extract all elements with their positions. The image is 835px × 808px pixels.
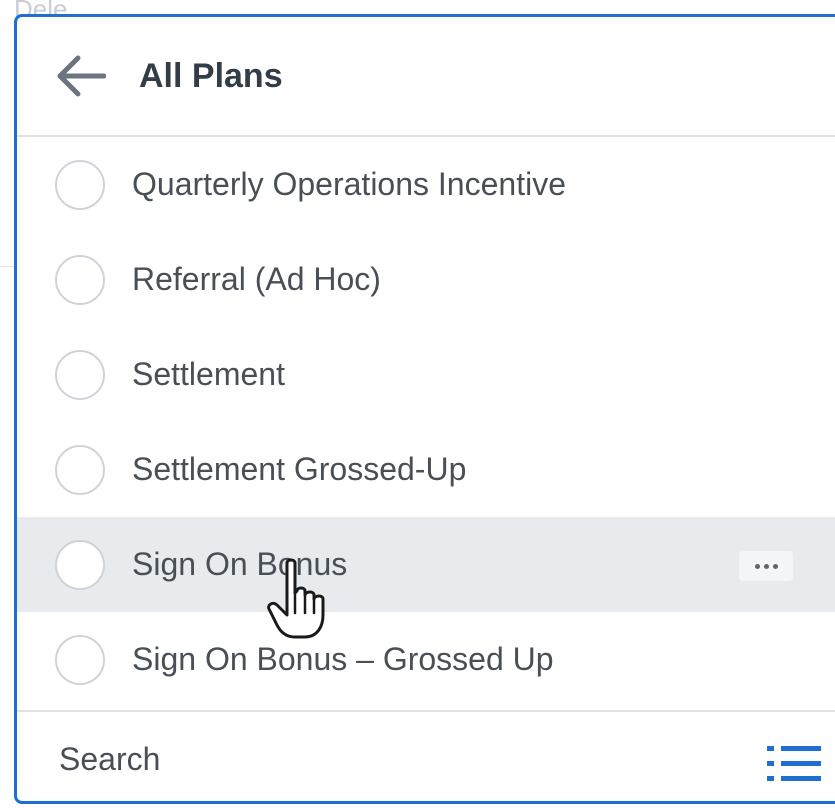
plan-label: Sign On Bonus – Grossed Up <box>132 641 554 677</box>
more-dot-icon <box>754 563 760 569</box>
radio-button[interactable] <box>55 254 105 305</box>
plan-label: Quarterly Operations Incentive <box>132 166 566 202</box>
list-item-hovered[interactable]: Sign On Bonus <box>17 517 835 639</box>
panel-header: All Plans <box>17 17 835 137</box>
plan-label: Settlement Grossed-Up <box>132 451 467 487</box>
list-item[interactable]: Referral (Ad Hoc) <box>17 232 835 327</box>
radio-button[interactable] <box>55 539 105 590</box>
list-item[interactable]: Sign On Bonus – Grossed Up <box>17 612 835 707</box>
plan-label: Referral (Ad Hoc) <box>132 261 381 297</box>
list-item[interactable]: Settlement Grossed-Up <box>17 422 835 517</box>
plan-list: Quarterly Operations Incentive Referral … <box>17 137 835 707</box>
radio-button[interactable] <box>55 634 105 685</box>
search-footer <box>17 710 835 801</box>
more-options-button[interactable] <box>739 551 793 581</box>
list-item[interactable]: Quarterly Operations Incentive <box>17 137 835 232</box>
plan-label: Settlement <box>132 356 285 392</box>
radio-button[interactable] <box>55 444 105 495</box>
list-item[interactable]: Settlement <box>17 327 835 422</box>
radio-button[interactable] <box>55 159 105 210</box>
arrow-left-icon[interactable] <box>53 48 109 104</box>
list-view-icon[interactable] <box>767 742 821 786</box>
plan-label: Sign On Bonus <box>132 546 348 582</box>
plan-selector-panel: All Plans Quarterly Operations Incentive… <box>14 14 835 804</box>
radio-button[interactable] <box>55 349 105 400</box>
background-divider <box>0 266 14 267</box>
more-dot-icon <box>772 563 778 569</box>
more-dot-icon <box>763 563 769 569</box>
search-input[interactable] <box>57 740 661 779</box>
panel-title: All Plans <box>139 56 283 95</box>
